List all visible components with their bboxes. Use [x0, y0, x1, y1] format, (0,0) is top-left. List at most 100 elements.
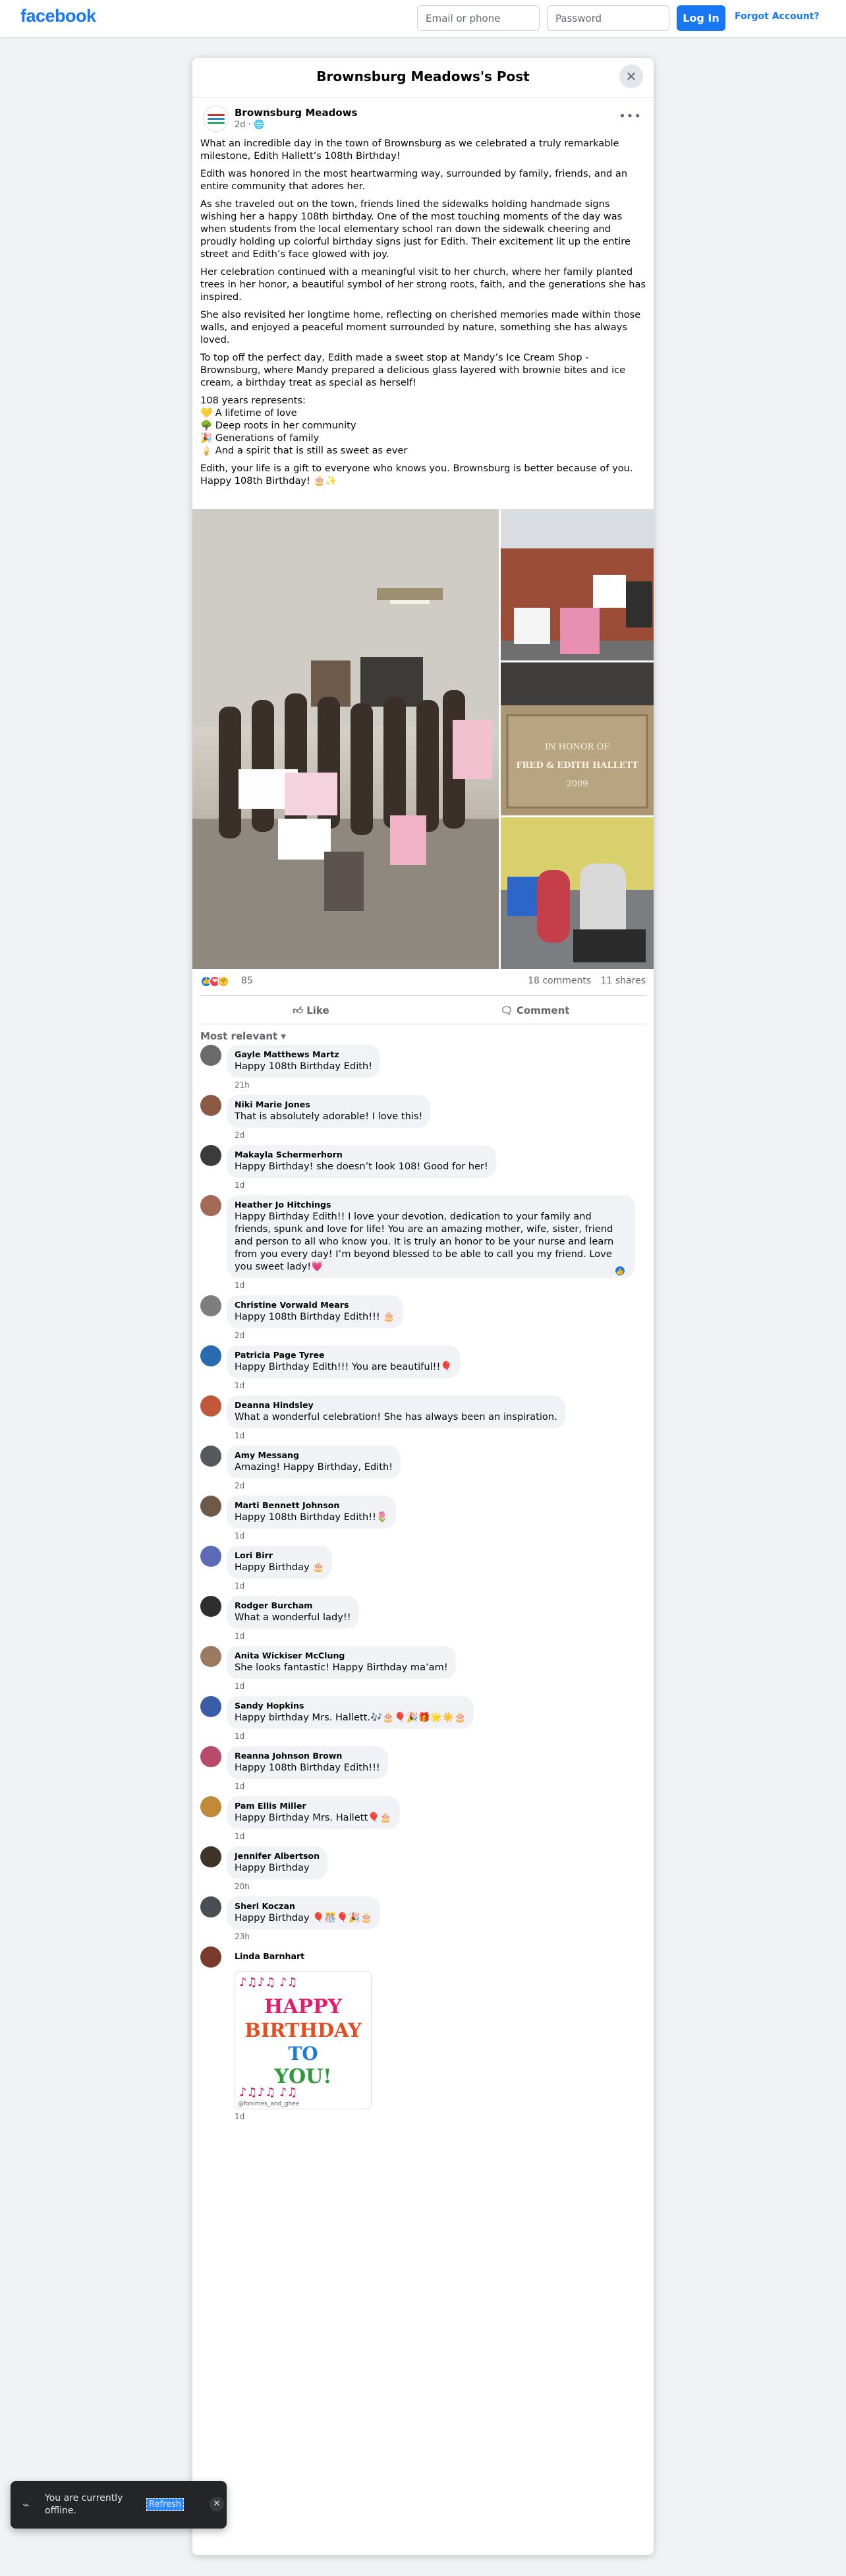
- comment-sort-dropdown[interactable]: Most relevant ▾: [200, 1030, 286, 1042]
- avatar[interactable]: [200, 1796, 221, 1817]
- facebook-logo[interactable]: facebook: [20, 6, 96, 26]
- commenter-name[interactable]: Jennifer Albertson: [235, 1851, 320, 1861]
- avatar[interactable]: [200, 1095, 221, 1116]
- commenter-name[interactable]: Makayla Schermerhorn: [235, 1150, 488, 1160]
- email-input[interactable]: [417, 5, 540, 31]
- comment: Patricia Page Tyree Happy Birthday Edith!…: [200, 1345, 646, 1391]
- avatar[interactable]: [200, 1546, 221, 1567]
- commenter-name[interactable]: Amy Messang: [235, 1450, 393, 1461]
- comments-count[interactable]: 18 comments: [528, 976, 591, 986]
- post-action-bar: 👍︎ Like 🗨︎ Comment: [200, 995, 646, 1024]
- shares-count[interactable]: 11 shares: [601, 976, 646, 986]
- like-reaction-icon[interactable]: 👍: [614, 1265, 626, 1277]
- avatar[interactable]: [200, 1696, 221, 1717]
- comment-time[interactable]: 1d: [235, 1630, 646, 1642]
- commenter-name[interactable]: Linda Barnhart: [235, 1951, 304, 1962]
- comment: Pam Ellis Miller Happy Birthday Mrs. Hall…: [200, 1796, 646, 1842]
- comment-time[interactable]: 1d: [235, 1680, 646, 1692]
- comment-time[interactable]: 2d: [235, 1129, 646, 1141]
- comment-time[interactable]: 1d: [235, 1830, 646, 1842]
- comment-bubble: Sandy Hopkins Happy birthday Mrs. Hallett…: [227, 1696, 474, 1729]
- avatar[interactable]: [200, 1596, 221, 1617]
- avatar[interactable]: [200, 1746, 221, 1767]
- memorial-plaque-photo[interactable]: IN HONOR OF FRED & EDITH HALLETT 2009: [501, 662, 654, 815]
- comment: Anita Wickiser McClung She looks fantasti…: [200, 1646, 646, 1692]
- comment: Gayle Matthews Martz Happy 108th Birthday…: [200, 1045, 646, 1091]
- comment-time[interactable]: 2d: [235, 1480, 646, 1492]
- commenter-name[interactable]: Deanna Hindsley: [235, 1400, 557, 1411]
- comment-time[interactable]: 1d: [235, 1730, 646, 1742]
- group-photo[interactable]: [192, 509, 499, 969]
- post-paragraph: She also revisited her longtime home, re…: [200, 309, 641, 345]
- like-label: Like: [306, 1005, 329, 1016]
- plaque-text: 2009: [566, 779, 588, 789]
- avatar[interactable]: [200, 1947, 221, 1968]
- reaction-count[interactable]: 85: [241, 976, 253, 986]
- comment-time[interactable]: 21h: [235, 1079, 646, 1091]
- commenter-name[interactable]: Sheri Koczan: [235, 1901, 372, 1912]
- avatar[interactable]: [200, 1896, 221, 1917]
- comment-time[interactable]: 1d: [235, 1380, 646, 1391]
- comment: Heather Jo Hitchings Happy Birthday Edith…: [200, 1195, 646, 1291]
- avatar[interactable]: [200, 1846, 221, 1867]
- plaque-text: IN HONOR OF: [545, 742, 609, 752]
- close-icon[interactable]: ✕: [619, 65, 643, 88]
- commenter-name[interactable]: Sandy Hopkins: [235, 1701, 466, 1711]
- like-button[interactable]: 👍︎ Like: [200, 1000, 422, 1021]
- login-button[interactable]: Log In: [677, 5, 725, 31]
- comment: Jennifer Albertson Happy Birthday 20h: [200, 1846, 646, 1892]
- commenter-name[interactable]: Marti Bennett Johnson: [235, 1500, 388, 1511]
- comment-text: Happy 108th Birthday Edith!!!: [235, 1762, 380, 1773]
- comment-time[interactable]: 1d: [235, 2111, 646, 2122]
- comment-time[interactable]: 1d: [235, 1179, 646, 1191]
- author-name[interactable]: Brownsburg Meadows: [235, 107, 357, 119]
- comment-time[interactable]: 1d: [235, 1430, 646, 1442]
- commenter-name[interactable]: Niki Marie Jones: [235, 1099, 422, 1110]
- commenter-name[interactable]: Reanna Johnson Brown: [235, 1751, 380, 1761]
- separator-dot: ·: [248, 120, 254, 130]
- comment-time[interactable]: 1d: [235, 1530, 646, 1542]
- comment-time[interactable]: 23h: [235, 1931, 646, 1943]
- reaction-icons[interactable]: 👍 ❤ 🤗: [200, 976, 240, 987]
- more-options-icon[interactable]: •••: [619, 109, 642, 123]
- avatar[interactable]: [200, 1395, 221, 1417]
- avatar[interactable]: [200, 1646, 221, 1667]
- comment: Marti Bennett Johnson Happy 108th Birthda…: [200, 1496, 646, 1542]
- page-avatar[interactable]: [203, 105, 229, 132]
- avatar[interactable]: [200, 1195, 221, 1216]
- avatar[interactable]: [200, 1045, 221, 1066]
- avatar[interactable]: [200, 1345, 221, 1366]
- refresh-button[interactable]: Refresh: [146, 2498, 184, 2511]
- commenter-name[interactable]: Gayle Matthews Martz: [235, 1049, 372, 1060]
- avatar[interactable]: [200, 1145, 221, 1166]
- comment-time[interactable]: 20h: [235, 1881, 646, 1892]
- comment-bubble: Niki Marie Jones That is absolutely adora…: [227, 1095, 431, 1128]
- commenter-name[interactable]: Lori Birr: [235, 1550, 324, 1561]
- comment-button[interactable]: 🗨︎ Comment: [424, 1000, 646, 1021]
- post-time[interactable]: 2d: [235, 120, 246, 130]
- avatar[interactable]: [200, 1496, 221, 1517]
- close-icon[interactable]: ✕: [210, 2497, 224, 2511]
- post-body: What an incredible day in the town of Br…: [200, 137, 646, 492]
- password-input[interactable]: [547, 5, 669, 31]
- birthday-gif[interactable]: ♪♫♪♫ ♪♫ HAPPY BIRTHDAY TO YOU! ♪♫♪♫ ♪♫ @…: [235, 1971, 372, 2109]
- comment-time[interactable]: 1d: [235, 1580, 646, 1592]
- commenter-name[interactable]: Pam Ellis Miller: [235, 1801, 392, 1811]
- comment-bubble: Gayle Matthews Martz Happy 108th Birthday…: [227, 1045, 381, 1078]
- commenter-name[interactable]: Heather Jo Hitchings: [235, 1200, 627, 1210]
- comment-text: Happy 108th Birthday Edith!: [235, 1061, 373, 1072]
- forgot-account-link[interactable]: Forgot Account?: [735, 11, 820, 22]
- comment-time[interactable]: 1d: [235, 1279, 646, 1291]
- commenter-name[interactable]: Rodger Burcham: [235, 1600, 351, 1611]
- post-paragraph: To top off the perfect day, Edith made a…: [200, 352, 626, 388]
- commenter-name[interactable]: Patricia Page Tyree: [235, 1350, 453, 1361]
- commenter-name[interactable]: Anita Wickiser McClung: [235, 1651, 448, 1661]
- comment-time[interactable]: 1d: [235, 1780, 646, 1792]
- comment-bubble: Reanna Johnson Brown Happy 108th Birthday…: [227, 1746, 388, 1779]
- ice-cream-shop-photo[interactable]: [501, 817, 654, 969]
- commenter-name[interactable]: Christine Vorwald Mears: [235, 1300, 395, 1310]
- avatar[interactable]: [200, 1295, 221, 1316]
- comment-time[interactable]: 2d: [235, 1330, 646, 1341]
- signs-photo[interactable]: [501, 509, 654, 660]
- avatar[interactable]: [200, 1446, 221, 1467]
